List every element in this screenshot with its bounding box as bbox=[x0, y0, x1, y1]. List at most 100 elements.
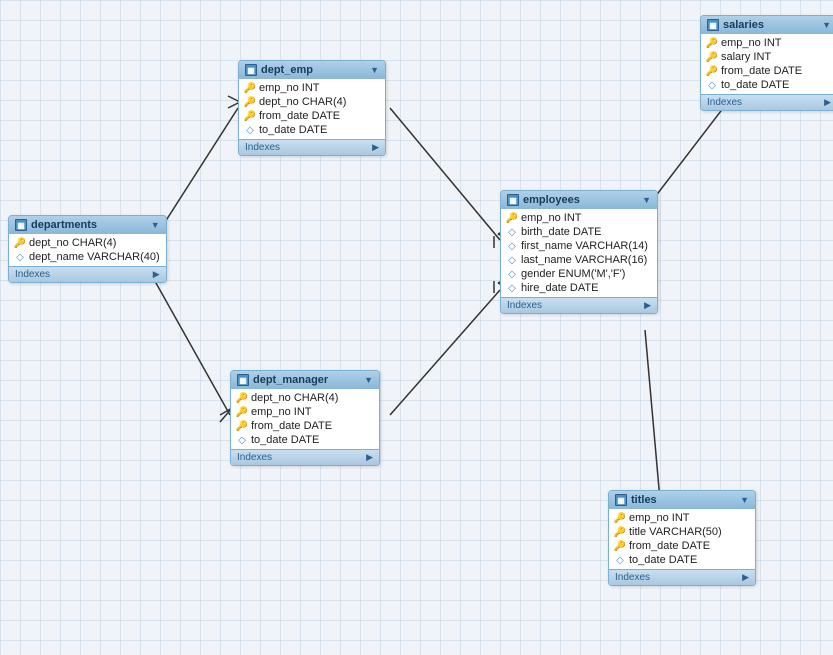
titles-header[interactable]: ▦ titles ▼ bbox=[609, 491, 755, 509]
col-text: emp_no INT bbox=[521, 212, 582, 224]
table-row: 🔑 emp_no INT bbox=[231, 405, 379, 419]
departments-indexes[interactable]: Indexes ▶ bbox=[9, 266, 166, 282]
col-text: to_date DATE bbox=[251, 434, 319, 446]
departments-body: 🔑 dept_no CHAR(4) ◇ dept_name VARCHAR(40… bbox=[9, 234, 166, 266]
key-icon-yellow: 🔑 bbox=[245, 111, 255, 121]
table-row: ◇ first_name VARCHAR(14) bbox=[501, 239, 657, 253]
key-icon-yellow: 🔑 bbox=[15, 238, 25, 248]
employees-body: 🔑 emp_no INT ◇ birth_date DATE ◇ first_n… bbox=[501, 209, 657, 297]
table-row: ◇ to_date DATE bbox=[239, 123, 385, 137]
col-text: dept_no CHAR(4) bbox=[259, 96, 346, 108]
col-text: from_date DATE bbox=[721, 65, 802, 77]
key-icon-blue: ◇ bbox=[507, 227, 517, 237]
table-row: ◇ birth_date DATE bbox=[501, 225, 657, 239]
indexes-arrow: ▶ bbox=[366, 452, 373, 463]
col-text: hire_date DATE bbox=[521, 282, 598, 294]
indexes-label: Indexes bbox=[615, 572, 650, 583]
table-row: 🔑 salary INT bbox=[701, 50, 833, 64]
key-icon-blue: ◇ bbox=[615, 555, 625, 565]
dept-manager-dropdown[interactable]: ▼ bbox=[364, 375, 373, 385]
db-icon-employees: ▦ bbox=[507, 194, 519, 206]
dept-emp-header[interactable]: ▦ dept_emp ▼ bbox=[239, 61, 385, 79]
dept-emp-body: 🔑 emp_no INT 🔑 dept_no CHAR(4) 🔑 from_da… bbox=[239, 79, 385, 139]
titles-indexes[interactable]: Indexes ▶ bbox=[609, 569, 755, 585]
key-icon-yellow: 🔑 bbox=[615, 541, 625, 551]
table-row: ◇ hire_date DATE bbox=[501, 281, 657, 295]
col-text: gender ENUM('M','F') bbox=[521, 268, 625, 280]
salaries-dropdown[interactable]: ▼ bbox=[822, 20, 831, 30]
titles-title: titles bbox=[631, 494, 657, 506]
table-dept-emp: ▦ dept_emp ▼ 🔑 emp_no INT 🔑 dept_no CHAR… bbox=[238, 60, 386, 156]
key-icon-yellow: 🔑 bbox=[707, 52, 717, 62]
key-icon-blue: ◇ bbox=[507, 283, 517, 293]
table-row: 🔑 emp_no INT bbox=[501, 211, 657, 225]
titles-body: 🔑 emp_no INT 🔑 title VARCHAR(50) 🔑 from_… bbox=[609, 509, 755, 569]
col-text: from_date DATE bbox=[259, 110, 340, 122]
salaries-title: salaries bbox=[723, 19, 764, 31]
departments-dropdown[interactable]: ▼ bbox=[151, 220, 160, 230]
indexes-label: Indexes bbox=[15, 269, 50, 280]
db-icon-titles: ▦ bbox=[615, 494, 627, 506]
salaries-indexes[interactable]: Indexes ▶ bbox=[701, 94, 833, 110]
table-titles: ▦ titles ▼ 🔑 emp_no INT 🔑 title VARCHAR(… bbox=[608, 490, 756, 586]
col-text: dept_no CHAR(4) bbox=[29, 237, 116, 249]
employees-indexes[interactable]: Indexes ▶ bbox=[501, 297, 657, 313]
indexes-label: Indexes bbox=[237, 452, 272, 463]
dept-manager-header[interactable]: ▦ dept_manager ▼ bbox=[231, 371, 379, 389]
salaries-header[interactable]: ▦ salaries ▼ bbox=[701, 16, 833, 34]
col-text: emp_no INT bbox=[259, 82, 320, 94]
col-text: birth_date DATE bbox=[521, 226, 602, 238]
db-icon-salaries: ▦ bbox=[707, 19, 719, 31]
db-icon-dept-emp: ▦ bbox=[245, 64, 257, 76]
key-icon-yellow: 🔑 bbox=[237, 421, 247, 431]
table-employees: ▦ employees ▼ 🔑 emp_no INT ◇ birth_date … bbox=[500, 190, 658, 314]
key-icon-blue: ◇ bbox=[507, 255, 517, 265]
indexes-label: Indexes bbox=[245, 142, 280, 153]
table-row: 🔑 from_date DATE bbox=[231, 419, 379, 433]
table-row: 🔑 title VARCHAR(50) bbox=[609, 525, 755, 539]
salaries-body: 🔑 emp_no INT 🔑 salary INT 🔑 from_date DA… bbox=[701, 34, 833, 94]
dept-emp-indexes[interactable]: Indexes ▶ bbox=[239, 139, 385, 155]
key-icon-blue: ◇ bbox=[507, 241, 517, 251]
table-dept-manager: ▦ dept_manager ▼ 🔑 dept_no CHAR(4) 🔑 emp… bbox=[230, 370, 380, 466]
titles-dropdown[interactable]: ▼ bbox=[740, 495, 749, 505]
col-text: emp_no INT bbox=[251, 406, 312, 418]
indexes-label: Indexes bbox=[507, 300, 542, 311]
dept-manager-body: 🔑 dept_no CHAR(4) 🔑 emp_no INT 🔑 from_da… bbox=[231, 389, 379, 449]
col-text: to_date DATE bbox=[259, 124, 327, 136]
table-row: 🔑 dept_no CHAR(4) bbox=[9, 236, 166, 250]
col-text: last_name VARCHAR(16) bbox=[521, 254, 647, 266]
employees-dropdown[interactable]: ▼ bbox=[642, 195, 651, 205]
col-text: from_date DATE bbox=[629, 540, 710, 552]
key-icon-yellow: 🔑 bbox=[245, 97, 255, 107]
indexes-arrow: ▶ bbox=[824, 97, 831, 108]
table-row: 🔑 dept_no CHAR(4) bbox=[239, 95, 385, 109]
table-row: 🔑 emp_no INT bbox=[609, 511, 755, 525]
indexes-arrow: ▶ bbox=[742, 572, 749, 583]
indexes-arrow: ▶ bbox=[644, 300, 651, 311]
table-row: ◇ to_date DATE bbox=[701, 78, 833, 92]
table-row: 🔑 from_date DATE bbox=[609, 539, 755, 553]
key-icon-yellow: 🔑 bbox=[507, 213, 517, 223]
dept-emp-dropdown[interactable]: ▼ bbox=[370, 65, 379, 75]
dept-emp-title: dept_emp bbox=[261, 64, 313, 76]
table-row: ◇ gender ENUM('M','F') bbox=[501, 267, 657, 281]
departments-header[interactable]: ▦ departments ▼ bbox=[9, 216, 166, 234]
col-text: to_date DATE bbox=[629, 554, 697, 566]
employees-title: employees bbox=[523, 194, 580, 206]
col-text: title VARCHAR(50) bbox=[629, 526, 722, 538]
table-row: 🔑 from_date DATE bbox=[701, 64, 833, 78]
key-icon-blue: ◇ bbox=[507, 269, 517, 279]
employees-header[interactable]: ▦ employees ▼ bbox=[501, 191, 657, 209]
dept-manager-title: dept_manager bbox=[253, 374, 328, 386]
key-icon-yellow: 🔑 bbox=[245, 83, 255, 93]
dept-manager-indexes[interactable]: Indexes ▶ bbox=[231, 449, 379, 465]
table-row: ◇ dept_name VARCHAR(40) bbox=[9, 250, 166, 264]
key-icon-yellow: 🔑 bbox=[237, 407, 247, 417]
col-text: salary INT bbox=[721, 51, 771, 63]
key-icon-blue: ◇ bbox=[245, 125, 255, 135]
table-salaries: ▦ salaries ▼ 🔑 emp_no INT 🔑 salary INT 🔑… bbox=[700, 15, 833, 111]
key-icon-blue: ◇ bbox=[707, 80, 717, 90]
departments-title: departments bbox=[31, 219, 97, 231]
col-text: to_date DATE bbox=[721, 79, 789, 91]
